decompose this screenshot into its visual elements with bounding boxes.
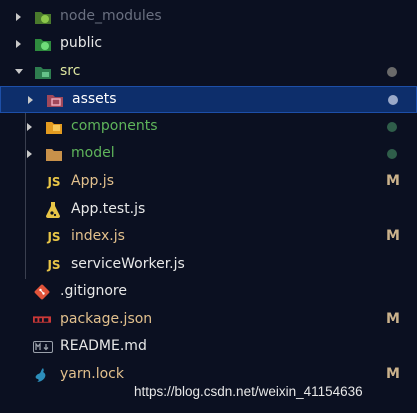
chevron-right-icon[interactable] (16, 39, 21, 48)
npm-icon (33, 311, 51, 329)
tree-item-label: node_modules (60, 8, 162, 24)
modified-badge: M (386, 228, 400, 244)
folder-public-icon (34, 35, 52, 53)
modified-badge: M (386, 173, 400, 189)
tree-item-node-modules[interactable]: node_modules (0, 3, 417, 30)
tree-item-label: App.test.js (71, 201, 146, 217)
test-js-icon (44, 201, 62, 219)
folder-node-icon (34, 8, 52, 26)
js-icon: JS (47, 174, 61, 189)
modified-badge: M (386, 366, 400, 382)
file-explorer: node_modules public src assets component… (0, 0, 417, 413)
tree-item-components[interactable]: components (0, 113, 417, 140)
tree-item-label: src (60, 63, 81, 79)
tree-item-app-test-js[interactable]: App.test.js (0, 196, 417, 223)
folder-components-icon (45, 118, 63, 136)
folder-icon (45, 145, 63, 163)
yarn-icon (33, 366, 51, 384)
status-dot (387, 148, 397, 159)
modified-badge: M (386, 311, 400, 327)
tree-item-assets[interactable]: assets (0, 86, 417, 113)
tree-item-label: .gitignore (60, 283, 127, 299)
tree-item-service-worker-js[interactable]: JS serviceWorker.js (0, 251, 417, 278)
tree-item-readme-md[interactable]: README.md (0, 333, 417, 360)
markdown-icon (33, 338, 53, 356)
tree-item-label: components (71, 118, 158, 134)
chevron-right-icon[interactable] (27, 122, 32, 131)
tree-item-label: serviceWorker.js (71, 256, 185, 272)
tree-item-src[interactable]: src (0, 58, 417, 85)
tree-item-label: README.md (60, 338, 147, 354)
tree-item-public[interactable]: public (0, 30, 417, 57)
tree-item-label: public (60, 35, 103, 51)
status-dot (388, 94, 398, 105)
tree-item-app-js[interactable]: JS App.js M (0, 168, 417, 195)
tree-item-label: package.json (60, 311, 153, 327)
git-icon (33, 283, 51, 301)
watermark-text: https://blog.csdn.net/weixin_41154636 (134, 384, 363, 399)
chevron-down-icon[interactable] (15, 69, 23, 74)
chevron-right-icon[interactable] (28, 95, 33, 104)
js-icon: JS (47, 257, 61, 272)
tree-item-label: index.js (71, 228, 125, 244)
tree-item-model[interactable]: model (0, 140, 417, 167)
status-dot (387, 121, 397, 132)
chevron-right-icon[interactable] (16, 12, 21, 21)
tree-item-package-json[interactable]: package.json M (0, 306, 417, 333)
tree-item-index-js[interactable]: JS index.js M (0, 223, 417, 250)
tree-item-label: yarn.lock (60, 366, 124, 382)
chevron-right-icon[interactable] (27, 149, 32, 158)
folder-assets-icon (46, 91, 64, 109)
tree-item-label: model (71, 145, 115, 161)
js-icon: JS (47, 229, 61, 244)
tree-item-label: App.js (71, 173, 114, 189)
folder-src-icon (34, 63, 52, 81)
tree-item-label: assets (72, 91, 117, 107)
tree-item-gitignore[interactable]: .gitignore (0, 278, 417, 305)
status-dot (387, 66, 397, 77)
